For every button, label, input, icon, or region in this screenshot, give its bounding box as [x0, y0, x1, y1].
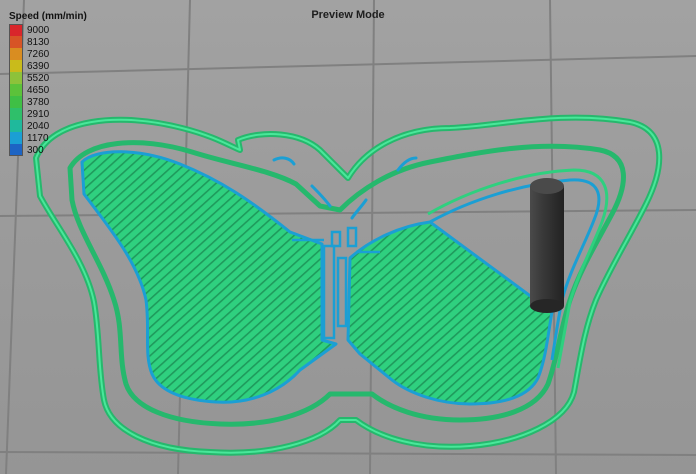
legend-swatch: [9, 48, 23, 60]
legend-scale: 9000 8130 7260 6390 5520 4650 3780 2910 2040 1170…: [9, 24, 87, 156]
legend-swatch: [9, 60, 23, 72]
grid-line: [0, 451, 696, 456]
legend-row: 300: [9, 144, 87, 156]
print-preview-scene[interactable]: [0, 0, 696, 474]
mode-label: Preview Mode: [311, 9, 385, 21]
legend-value: 7260: [27, 48, 50, 60]
legend-row: 2040: [9, 120, 87, 132]
legend-row: 9000: [9, 24, 87, 36]
purge-tower-body: [530, 186, 564, 306]
legend-value: 3780: [27, 96, 50, 108]
legend-swatch: [9, 120, 23, 132]
legend-swatch: [9, 144, 23, 156]
purge-tower-bottom: [530, 299, 564, 313]
legend-row: 4650: [9, 84, 87, 96]
right-wing-infill: [346, 220, 554, 406]
legend-row: 2910: [9, 108, 87, 120]
legend-row: 5520: [9, 72, 87, 84]
legend-row: 8130: [9, 36, 87, 48]
legend-value: 4650: [27, 84, 50, 96]
legend-swatch: [9, 96, 23, 108]
preview-viewport[interactable]: Preview Mode Speed (mm/min) 9000 8130 7260…: [0, 0, 696, 474]
legend-swatch: [9, 24, 23, 36]
legend-row: 6390: [9, 60, 87, 72]
legend-value: 2040: [27, 120, 50, 132]
speed-legend: Speed (mm/min) 9000 8130 7260 6390 5520 4650 3…: [9, 11, 87, 156]
purge-tower-top: [530, 178, 564, 194]
legend-row: 7260: [9, 48, 87, 60]
body-segment: [346, 226, 358, 248]
legend-value: 6390: [27, 60, 50, 72]
grid-line: [369, 0, 375, 474]
legend-value: 5520: [27, 72, 50, 84]
body-segment: [330, 230, 342, 248]
legend-swatch: [9, 84, 23, 96]
legend-swatch: [9, 72, 23, 84]
legend-value: 9000: [27, 24, 50, 36]
legend-value: 300: [27, 144, 44, 156]
legend-row: 3780: [9, 96, 87, 108]
grid-line: [0, 55, 696, 75]
legend-swatch: [9, 132, 23, 144]
wing-mark-left: [272, 156, 296, 166]
legend-row: 1170: [9, 132, 87, 144]
legend-value: 2910: [27, 108, 50, 120]
antenna-right: [350, 198, 368, 220]
legend-value: 8130: [27, 36, 50, 48]
legend-swatch: [9, 108, 23, 120]
legend-title: Speed (mm/min): [9, 11, 87, 22]
legend-value: 1170: [27, 132, 49, 144]
body-segment: [336, 256, 348, 328]
purge-tower[interactable]: [530, 178, 564, 313]
antennae: [272, 156, 418, 220]
body-segment: [322, 244, 336, 340]
legend-swatch: [9, 36, 23, 48]
